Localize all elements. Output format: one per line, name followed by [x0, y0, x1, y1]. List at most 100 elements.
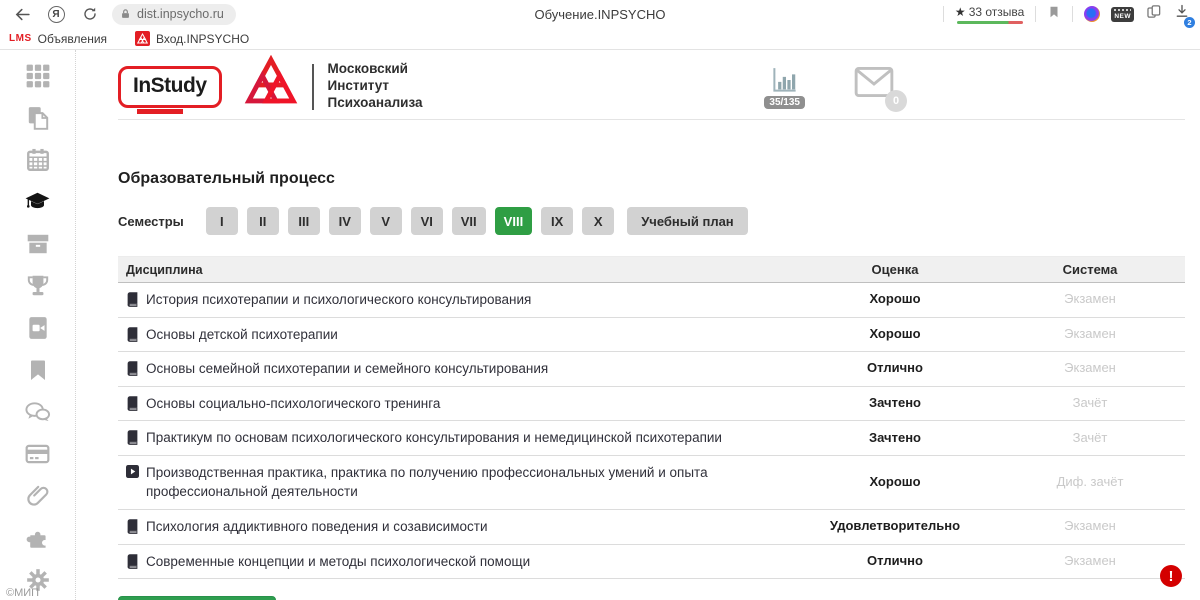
book-icon	[126, 361, 139, 376]
system-value: Экзамен	[995, 290, 1185, 309]
semester-tab-2[interactable]: II	[247, 207, 279, 235]
back-icon[interactable]	[10, 2, 34, 26]
table-row[interactable]: Основы семейной психотерапии и семейного…	[118, 352, 1185, 387]
copyright-label: ©МИП	[6, 587, 39, 599]
grade-value: Отлично	[795, 552, 995, 571]
grades-table: Дисциплина Оценка Система История психот…	[118, 256, 1185, 579]
bookmark-item-entry[interactable]: Вход.INPSYCHO	[135, 31, 249, 46]
gradebook-button[interactable]: Зачётная книжка	[118, 596, 276, 600]
grade-value: Отлично	[795, 359, 995, 378]
bar-chart-icon	[769, 65, 801, 95]
practice-video-icon	[126, 465, 139, 478]
grade-value: Зачтено	[795, 394, 995, 413]
system-value: Диф. зачёт	[995, 473, 1185, 492]
system-value: Зачёт	[995, 429, 1185, 448]
column-header-system: Система	[995, 262, 1185, 277]
page-title: Образовательный процесс	[118, 170, 1185, 188]
calendar-icon[interactable]	[24, 146, 51, 173]
semester-switcher: Семестры I II III IV V VI VII VIII IX X …	[118, 207, 1185, 235]
documents-icon[interactable]	[24, 104, 51, 131]
table-row[interactable]: История психотерапии и психологического …	[118, 283, 1185, 318]
table-row[interactable]: Психология аддиктивного поведения и соза…	[118, 510, 1185, 545]
collections-icon[interactable]	[1145, 3, 1163, 25]
grade-value: Хорошо	[795, 325, 995, 344]
table-row[interactable]: Производственная практика, практика по п…	[118, 456, 1185, 510]
alert-exclamation-icon[interactable]: !	[1160, 565, 1182, 587]
extension-color-icon[interactable]	[1084, 6, 1100, 22]
semester-tab-10[interactable]: X	[582, 207, 614, 235]
semester-tab-7[interactable]: VII	[452, 207, 486, 235]
mip-favicon	[135, 31, 150, 46]
bookmark-label: Объявления	[38, 32, 107, 46]
attachments-paperclip-icon[interactable]	[24, 482, 51, 509]
star-icon: ★	[955, 5, 966, 19]
book-icon	[126, 430, 139, 445]
grade-value: Зачтено	[795, 429, 995, 448]
grade-value: Хорошо	[795, 290, 995, 309]
table-row[interactable]: Основы социально-психологического тренин…	[118, 387, 1185, 422]
downloads-count-badge: 2	[1184, 17, 1195, 28]
trophy-icon[interactable]	[24, 272, 51, 299]
bookmark-icon[interactable]	[1047, 4, 1061, 25]
mip-triangle-logo[interactable]	[242, 55, 300, 118]
yandex-browser-icon[interactable]: Я	[44, 2, 68, 26]
system-value: Зачёт	[995, 394, 1185, 413]
table-row[interactable]: Современные концепции и методы психологи…	[118, 545, 1185, 580]
address-bar[interactable]: dist.inpsycho.ru	[112, 4, 236, 25]
table-header-row: Дисциплина Оценка Система	[118, 257, 1185, 283]
bookmark-item-lms[interactable]: LMS Объявления	[9, 32, 107, 46]
separator	[1072, 6, 1073, 22]
integrations-puzzle-icon[interactable]	[24, 524, 51, 551]
book-icon	[126, 327, 139, 342]
main-content: InStudy Московский Институт Психоанализа…	[76, 50, 1200, 600]
video-lessons-icon[interactable]	[24, 314, 51, 341]
semester-tab-6[interactable]: VI	[411, 207, 443, 235]
browser-toolbar: Обучение.INPSYCHO Я dist.inpsycho.ru ★ 3…	[0, 0, 1200, 28]
reviews-count: 33 отзыва	[969, 5, 1025, 19]
refresh-icon[interactable]	[78, 2, 102, 26]
progress-stats-widget[interactable]: 35/135	[764, 65, 805, 109]
book-icon	[126, 519, 139, 534]
column-header-discipline: Дисциплина	[118, 263, 795, 277]
book-icon	[126, 396, 139, 411]
book-icon	[126, 554, 139, 569]
curriculum-button[interactable]: Учебный план	[627, 207, 747, 235]
column-header-grade: Оценка	[795, 262, 995, 277]
payments-card-icon[interactable]	[24, 440, 51, 467]
institute-name: Московский Институт Психоанализа	[328, 61, 423, 112]
bookmark-nav-icon[interactable]	[24, 356, 51, 383]
semester-tab-9[interactable]: IX	[541, 207, 573, 235]
new-extension-icon[interactable]: NEW	[1111, 7, 1134, 22]
dashboard-grid-icon[interactable]	[24, 62, 51, 89]
table-row[interactable]: Практикум по основам психологического ко…	[118, 421, 1185, 456]
bookmarks-bar: LMS Объявления Вход.INPSYCHO	[0, 28, 1200, 50]
lms-favicon: LMS	[9, 33, 32, 44]
semesters-label: Семестры	[118, 214, 184, 229]
mail-widget[interactable]: 0	[853, 65, 895, 104]
grade-value: Удовлетворительно	[795, 517, 995, 536]
reviews-widget[interactable]: ★ 33 отзыва	[955, 5, 1024, 24]
system-value: Экзамен	[995, 325, 1185, 344]
semester-tab-4[interactable]: IV	[329, 207, 361, 235]
semester-tab-5[interactable]: V	[370, 207, 402, 235]
table-row[interactable]: Основы детской психотерапии Хорошо Экзам…	[118, 318, 1185, 353]
semester-tab-1[interactable]: I	[206, 207, 238, 235]
system-value: Экзамен	[995, 359, 1185, 378]
semester-tab-8-active[interactable]: VIII	[495, 207, 533, 235]
archive-box-icon[interactable]	[24, 230, 51, 257]
bookmark-label: Вход.INPSYCHO	[156, 32, 249, 46]
lock-icon	[120, 8, 131, 20]
grade-value: Хорошо	[795, 473, 995, 492]
reviews-rating-bar	[957, 21, 1023, 24]
chat-icon[interactable]	[24, 398, 51, 425]
semester-tab-3[interactable]: III	[288, 207, 320, 235]
education-cap-icon[interactable]	[24, 188, 51, 215]
sidebar: ©МИП	[0, 50, 76, 600]
instudy-logo[interactable]: InStudy	[118, 66, 222, 108]
book-icon	[126, 292, 139, 307]
logo-divider	[312, 64, 314, 110]
downloads-icon[interactable]: 2	[1174, 3, 1190, 25]
mail-count-badge: 0	[885, 90, 907, 112]
progress-badge: 35/135	[764, 96, 805, 109]
separator	[1035, 6, 1036, 22]
